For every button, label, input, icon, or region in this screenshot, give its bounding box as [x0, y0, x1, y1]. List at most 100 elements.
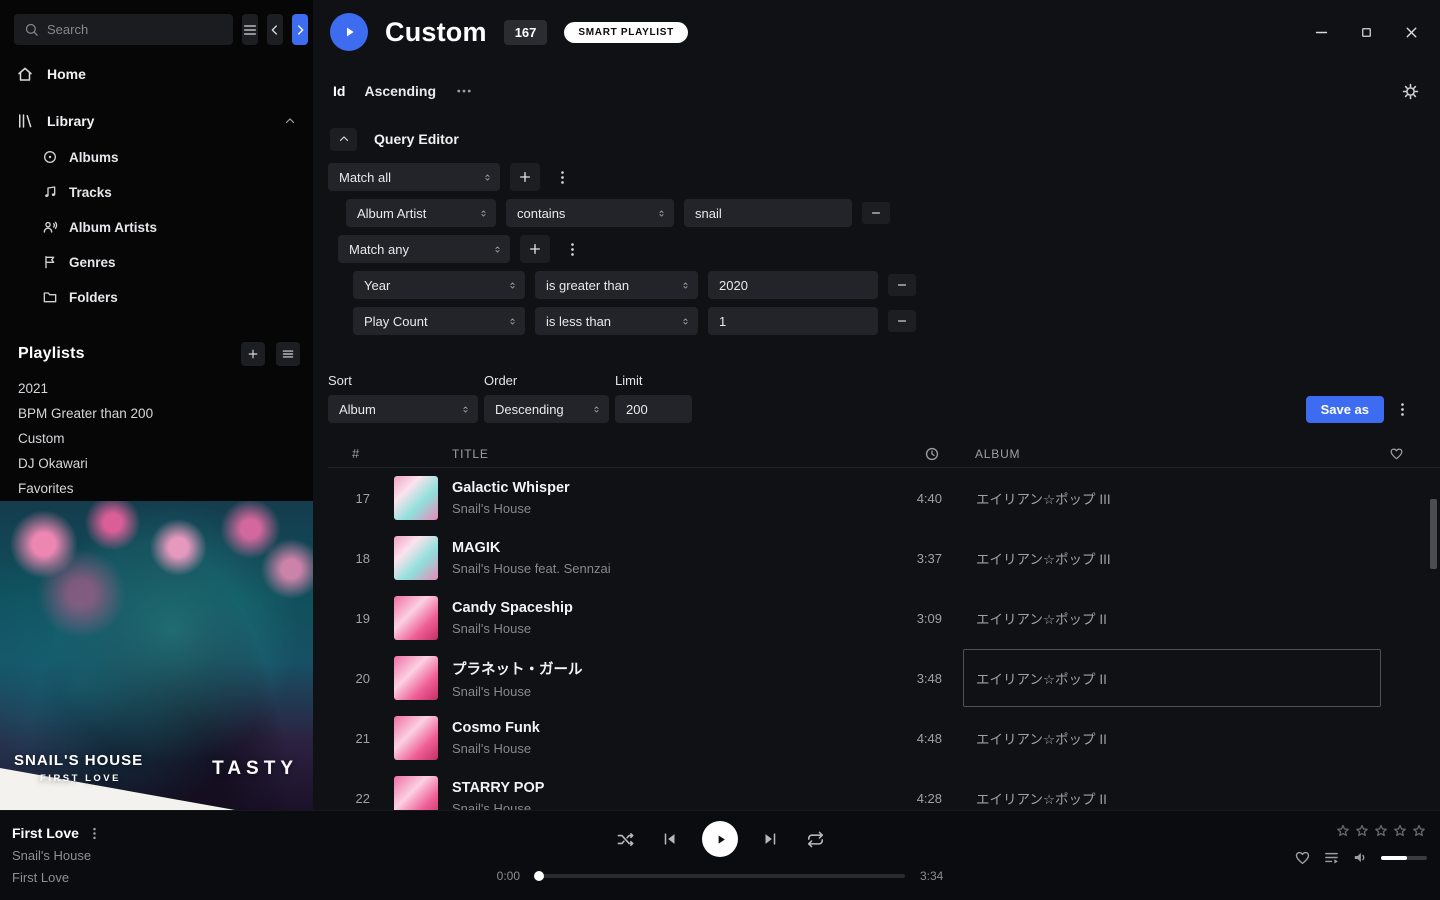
- track-album-cell[interactable]: エイリアン☆ポップ II: [963, 709, 1381, 767]
- playlist-item[interactable]: 2021: [0, 376, 313, 401]
- track-art: [394, 536, 438, 580]
- maximize-button[interactable]: [1351, 17, 1381, 47]
- rule-operator-select[interactable]: is greater than: [535, 271, 698, 299]
- chevron-up-icon[interactable]: [283, 114, 297, 128]
- match-type-select[interactable]: Match all: [328, 163, 500, 191]
- table-row[interactable]: 22 STARRY POP Snail's House 4:28 エイリアン☆ポ…: [328, 768, 1440, 810]
- progress-row: 0:00 3:34: [490, 869, 950, 883]
- rule-field-select[interactable]: Year: [353, 271, 525, 299]
- rule-value-input[interactable]: [708, 307, 878, 335]
- volume-slider[interactable]: [1381, 856, 1427, 860]
- minimize-button[interactable]: [1306, 17, 1336, 47]
- now-playing-menu-button[interactable]: [87, 826, 102, 841]
- query-menu-button[interactable]: [1390, 396, 1414, 423]
- forward-button[interactable]: [292, 14, 308, 45]
- add-rule-button[interactable]: [520, 235, 550, 263]
- remove-rule-button[interactable]: [862, 202, 890, 224]
- settings-gear-button[interactable]: [1401, 82, 1420, 101]
- sidebar-item-album-artists[interactable]: Album Artists: [0, 210, 313, 245]
- back-button[interactable]: [267, 14, 283, 45]
- track-album-cell[interactable]: エイリアン☆ポップ III: [963, 469, 1381, 527]
- seek-bar[interactable]: [535, 874, 905, 878]
- menu-button[interactable]: [242, 14, 258, 45]
- column-album[interactable]: ALBUM: [963, 447, 1381, 461]
- playlist-item[interactable]: DJ Okawari: [0, 451, 313, 476]
- sidebar-toolbar: [0, 0, 313, 45]
- star-icon[interactable]: [1335, 823, 1351, 839]
- rule-operator-select[interactable]: is less than: [535, 307, 698, 335]
- add-playlist-button[interactable]: [241, 342, 265, 366]
- rule-operator-select[interactable]: contains: [506, 199, 674, 227]
- sidebar-item-genres[interactable]: Genres: [0, 245, 313, 280]
- rule-field-select[interactable]: Album Artist: [346, 199, 496, 227]
- sidebar-item-library[interactable]: Library: [0, 102, 313, 139]
- playlist-item-label: 2021: [18, 381, 48, 396]
- playlist-item[interactable]: BPM Greater than 200: [0, 401, 313, 426]
- duration-column-icon[interactable]: [924, 446, 942, 462]
- sort-order-label[interactable]: Ascending: [364, 83, 436, 99]
- limit-input[interactable]: [615, 395, 692, 423]
- track-album-cell[interactable]: エイリアン☆ポップ III: [963, 529, 1381, 587]
- table-row[interactable]: 19 Candy Spaceship Snail's House 3:09 エイ…: [328, 588, 1440, 648]
- sidebar-item-folders[interactable]: Folders: [0, 280, 313, 315]
- track-album-cell[interactable]: エイリアン☆ポップ II: [963, 649, 1381, 707]
- remove-rule-button[interactable]: [888, 310, 916, 332]
- sort-select[interactable]: Album: [328, 395, 478, 423]
- volume-icon[interactable]: [1352, 849, 1369, 866]
- playlist-list-button[interactable]: [276, 342, 300, 366]
- rule-value-input[interactable]: [684, 199, 852, 227]
- track-album-cell[interactable]: エイリアン☆ポップ II: [963, 769, 1381, 810]
- sort-field-label[interactable]: Id: [333, 83, 345, 99]
- column-title[interactable]: TITLE: [452, 447, 852, 461]
- collapse-query-editor-button[interactable]: [330, 128, 357, 151]
- more-options-button[interactable]: [455, 82, 473, 100]
- star-icon[interactable]: [1354, 823, 1370, 839]
- search-box[interactable]: [14, 14, 233, 45]
- track-duration: 3:37: [917, 551, 942, 566]
- favorite-button[interactable]: [1294, 849, 1311, 866]
- table-row[interactable]: 21 Cosmo Funk Snail's House 4:48 エイリアン☆ポ…: [328, 708, 1440, 768]
- seek-knob[interactable]: [534, 871, 544, 881]
- sidebar-item-albums[interactable]: Albums: [0, 140, 313, 175]
- play-button[interactable]: [702, 821, 738, 857]
- sidebar-item-tracks[interactable]: Tracks: [0, 175, 313, 210]
- close-button[interactable]: [1396, 17, 1426, 47]
- play-playlist-button[interactable]: [330, 13, 368, 51]
- now-playing-artist[interactable]: Snail's House: [12, 848, 102, 863]
- order-select[interactable]: Descending: [484, 395, 609, 423]
- next-track-button[interactable]: [757, 826, 783, 852]
- table-row[interactable]: 20 プラネット・ガール Snail's House 3:48 エイリアン☆ポッ…: [328, 648, 1440, 708]
- column-number[interactable]: #: [352, 446, 360, 461]
- sidebar-item-home[interactable]: Home: [0, 55, 313, 92]
- favorite-column-icon[interactable]: [1389, 446, 1440, 461]
- track-artist: Snail's House feat. Sennzai: [452, 561, 840, 576]
- table-row[interactable]: 17 Galactic Whisper Snail's House 4:40 エ…: [328, 468, 1440, 528]
- star-icon[interactable]: [1392, 823, 1408, 839]
- track-album: エイリアン☆ポップ II: [976, 788, 1107, 808]
- shuffle-button[interactable]: [612, 826, 638, 852]
- save-as-button[interactable]: Save as: [1306, 396, 1384, 423]
- remove-rule-button[interactable]: [888, 274, 916, 296]
- group-menu-button[interactable]: [550, 163, 574, 191]
- playlist-item[interactable]: Custom: [0, 426, 313, 451]
- repeat-button[interactable]: [802, 826, 828, 852]
- playlist-item[interactable]: Favorites: [0, 476, 313, 501]
- star-icon[interactable]: [1373, 823, 1389, 839]
- group-menu-button[interactable]: [560, 235, 584, 263]
- previous-track-button[interactable]: [657, 826, 683, 852]
- vertical-scrollbar-thumb[interactable]: [1430, 499, 1437, 569]
- star-icon[interactable]: [1411, 823, 1427, 839]
- rule-field-select[interactable]: Play Count: [353, 307, 525, 335]
- now-playing-artwork[interactable]: SNAIL'S HOUSE FIRST LOVE TASTY: [0, 501, 313, 810]
- artwork-credit: SNAIL'S HOUSE FIRST LOVE: [14, 752, 143, 784]
- rule-value-input[interactable]: [708, 271, 878, 299]
- search-input[interactable]: [47, 22, 223, 37]
- table-row[interactable]: 18 MAGIK Snail's House feat. Sennzai 3:3…: [328, 528, 1440, 588]
- now-playing-album[interactable]: First Love: [12, 870, 102, 885]
- add-rule-button[interactable]: [510, 163, 540, 191]
- match-type-select[interactable]: Match any: [338, 235, 510, 263]
- track-album-cell[interactable]: エイリアン☆ポップ II: [963, 589, 1381, 647]
- track-duration: 4:40: [917, 491, 942, 506]
- track-album: エイリアン☆ポップ II: [976, 668, 1107, 688]
- queue-button[interactable]: [1323, 849, 1340, 866]
